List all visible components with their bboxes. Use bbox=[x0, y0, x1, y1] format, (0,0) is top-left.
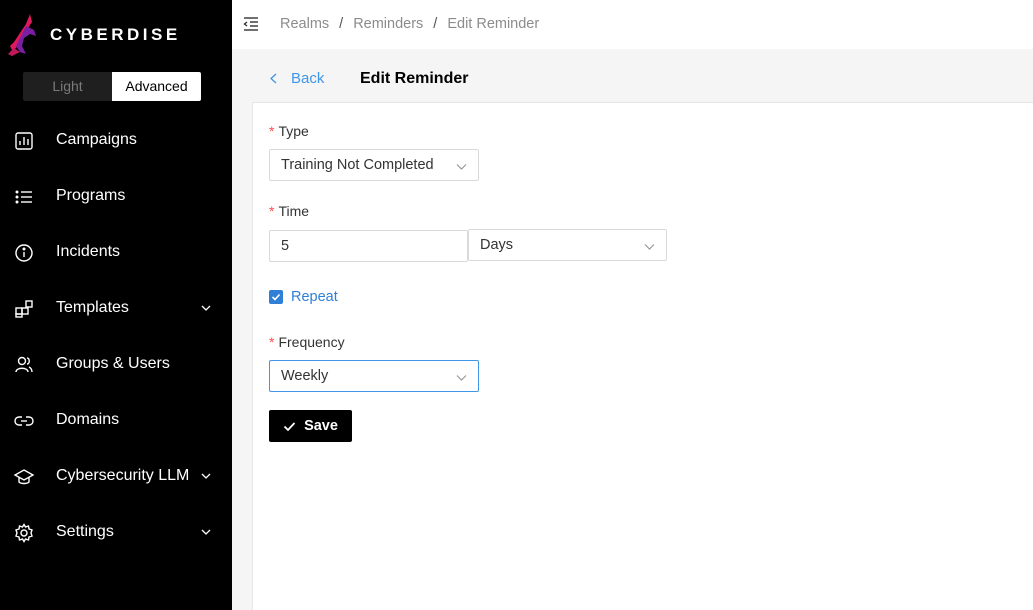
back-label: Back bbox=[291, 70, 325, 87]
chevron-down-icon bbox=[200, 526, 212, 538]
repeat-checkbox[interactable]: Repeat bbox=[269, 289, 338, 305]
main-content: Back Edit Reminder * Type Training Not Co… bbox=[232, 49, 1033, 610]
back-button[interactable]: Back bbox=[268, 70, 324, 87]
mode-advanced-button[interactable]: Advanced bbox=[112, 72, 201, 101]
mode-toggle: Light Advanced bbox=[23, 72, 201, 101]
time-unit-value: Days bbox=[480, 237, 514, 253]
info-circle-icon bbox=[14, 243, 34, 263]
frequency-label: * Frequency bbox=[269, 334, 345, 350]
menu-fold-icon[interactable] bbox=[243, 16, 259, 32]
save-button[interactable]: Save bbox=[269, 410, 352, 442]
sidebar-item-cybersecurity-llm[interactable]: Cybersecurity LLM bbox=[0, 448, 232, 504]
breadcrumb-realms[interactable]: Realms bbox=[280, 16, 329, 32]
mode-light-button[interactable]: Light bbox=[23, 72, 112, 101]
time-unit-select[interactable]: Days bbox=[468, 229, 667, 261]
sidebar-item-label: Cybersecurity LLM bbox=[56, 467, 190, 484]
sidebar-item-label: Templates bbox=[56, 299, 129, 316]
graduation-cap-icon bbox=[14, 467, 34, 487]
cyberdise-logo[interactable] bbox=[6, 12, 40, 56]
required-marker: * bbox=[269, 203, 275, 219]
chevron-down-icon bbox=[200, 302, 212, 314]
brand-name: CYBERDISE bbox=[50, 25, 181, 44]
link-icon bbox=[14, 411, 34, 431]
sidebar-item-label: Domains bbox=[56, 411, 120, 428]
required-marker: * bbox=[269, 123, 275, 139]
type-select[interactable]: Training Not Completed bbox=[269, 149, 479, 181]
appstore-add-icon bbox=[14, 299, 34, 319]
breadcrumb-current: Edit Reminder bbox=[447, 16, 540, 32]
required-marker: * bbox=[269, 334, 275, 350]
breadcrumb: Realms / Reminders / Edit Reminder bbox=[280, 16, 539, 32]
users-icon bbox=[14, 355, 34, 375]
list-icon bbox=[14, 187, 34, 207]
sidebar-item-settings[interactable]: Settings bbox=[0, 504, 232, 560]
sidebar-item-campaigns[interactable]: Campaigns bbox=[0, 112, 232, 168]
breadcrumb-separator: / bbox=[433, 16, 438, 32]
sidebar-item-templates[interactable]: Templates bbox=[0, 280, 232, 336]
bar-chart-icon bbox=[14, 131, 34, 151]
check-icon bbox=[283, 421, 296, 431]
sidebar-nav: Campaigns Programs Incidents Templates G… bbox=[0, 112, 232, 560]
type-select-value: Training Not Completed bbox=[281, 157, 434, 173]
sidebar-item-label: Groups & Users bbox=[56, 355, 170, 372]
sidebar-item-incidents[interactable]: Incidents bbox=[0, 224, 232, 280]
sidebar-item-groups-users[interactable]: Groups & Users bbox=[0, 336, 232, 392]
sidebar-item-label: Settings bbox=[56, 523, 114, 540]
repeat-label: Repeat bbox=[291, 289, 338, 305]
breadcrumb-separator: / bbox=[339, 16, 344, 32]
chevron-left-icon bbox=[270, 73, 277, 84]
edit-reminder-form: *Type Training Not Completed *Time Days … bbox=[252, 102, 1033, 610]
sidebar-item-label: Incidents bbox=[56, 243, 121, 260]
chevron-down-icon bbox=[200, 470, 212, 482]
page-header: Back Edit Reminder bbox=[232, 49, 1033, 103]
type-label: * Type bbox=[269, 123, 309, 139]
time-input[interactable] bbox=[269, 230, 468, 262]
frequency-select[interactable]: Weekly bbox=[269, 360, 479, 392]
sidebar-item-label: Campaigns bbox=[56, 131, 137, 148]
time-label: * Time bbox=[269, 203, 310, 219]
sidebar-item-programs[interactable]: Programs bbox=[0, 168, 232, 224]
page-title: Edit Reminder bbox=[360, 70, 469, 87]
checkbox-checked-icon[interactable] bbox=[269, 290, 283, 304]
chevron-down-icon bbox=[456, 372, 467, 383]
frequency-select-value: Weekly bbox=[281, 368, 329, 384]
breadcrumb-reminders[interactable]: Reminders bbox=[353, 16, 423, 32]
top-bar: Realms / Reminders / Edit Reminder bbox=[232, 0, 1033, 49]
sidebar: CYBERDISE Light Advanced Campaigns Progr… bbox=[0, 0, 232, 610]
chevron-down-icon bbox=[456, 161, 467, 172]
sidebar-item-domains[interactable]: Domains bbox=[0, 392, 232, 448]
save-button-label: Save bbox=[304, 418, 338, 434]
sidebar-item-label: Programs bbox=[56, 187, 126, 204]
chevron-down-icon bbox=[644, 241, 655, 252]
gear-icon bbox=[14, 523, 34, 543]
